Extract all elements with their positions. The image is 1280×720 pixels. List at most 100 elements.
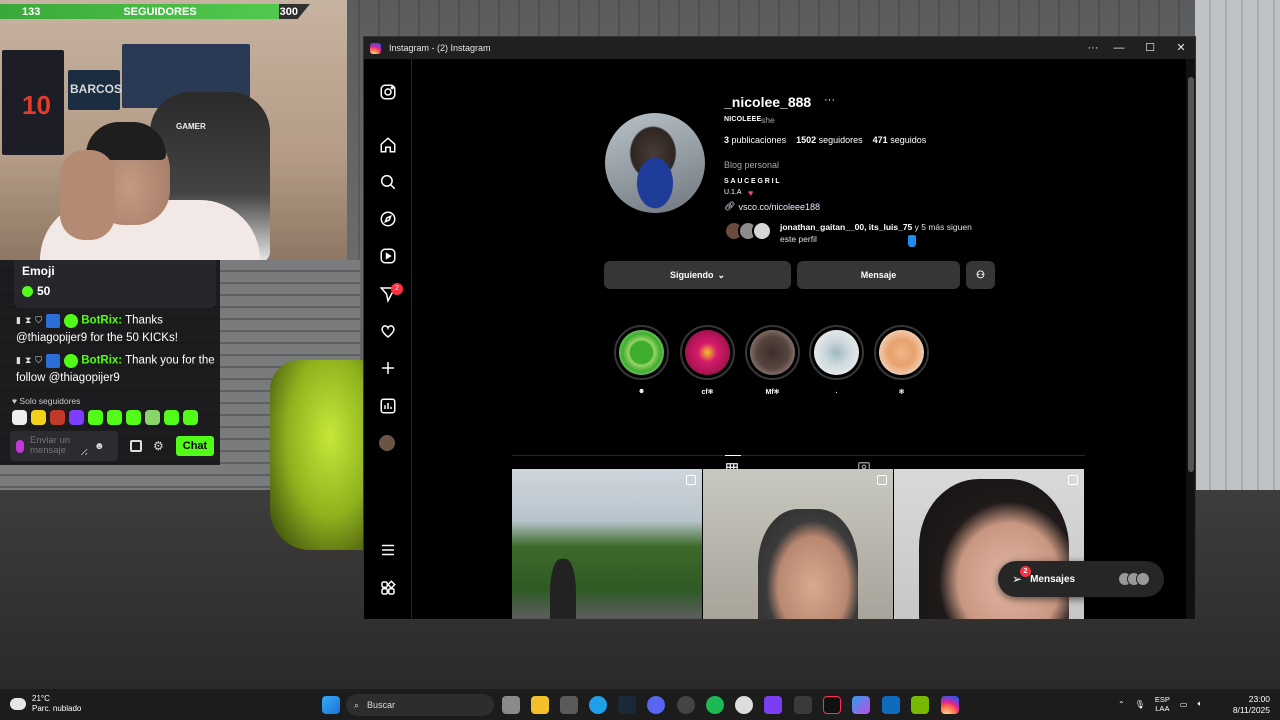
grid-post[interactable] bbox=[512, 469, 702, 619]
search-icon[interactable] bbox=[379, 173, 397, 191]
dashboard-icon[interactable] bbox=[379, 397, 397, 415]
post-subject bbox=[919, 479, 1069, 619]
emote-icon[interactable] bbox=[12, 410, 27, 425]
home-icon[interactable] bbox=[379, 136, 397, 154]
chat-username[interactable]: BotRix: bbox=[81, 355, 122, 367]
cloud-sun-icon bbox=[10, 698, 26, 710]
emote-icon[interactable] bbox=[107, 410, 122, 425]
gear-icon[interactable]: ⚙ bbox=[153, 439, 164, 453]
outlook-icon[interactable] bbox=[882, 696, 900, 714]
story-highlight[interactable]: cf❃ bbox=[680, 325, 735, 396]
bio-link-text[interactable]: vsco.co/nicoleee188 bbox=[738, 202, 820, 212]
chat-input[interactable] bbox=[30, 436, 88, 456]
xbox-icon[interactable] bbox=[677, 696, 695, 714]
clock-time: 23:00 bbox=[1248, 694, 1270, 704]
app-icon[interactable] bbox=[764, 696, 782, 714]
wall-poster-barcos: BARCOS bbox=[68, 70, 122, 110]
bio-link[interactable]: 🔗︎ vsco.co/nicoleee188 bbox=[724, 201, 820, 212]
highlight-image bbox=[814, 330, 859, 375]
profile-avatar[interactable] bbox=[379, 435, 395, 451]
microphone-icon[interactable]: 🎙︎ bbox=[1135, 700, 1145, 709]
bot-badge-icon bbox=[46, 353, 61, 368]
grid-post[interactable] bbox=[894, 469, 1084, 619]
store-icon[interactable] bbox=[560, 696, 578, 714]
steam-icon[interactable] bbox=[618, 696, 636, 714]
emote-icon[interactable] bbox=[126, 410, 141, 425]
following-count-link[interactable]: 471 seguidos bbox=[873, 135, 927, 145]
emote-icon[interactable] bbox=[183, 410, 198, 425]
settings-icon[interactable] bbox=[735, 696, 753, 714]
instagram-logo-icon[interactable] bbox=[379, 83, 397, 101]
scrollbar-thumb[interactable] bbox=[1188, 77, 1194, 472]
follower-goal-label: SEGUIDORES bbox=[123, 5, 197, 18]
clock-date: 8/11/2025 bbox=[1232, 705, 1270, 715]
instagram-taskbar-icon[interactable] bbox=[941, 696, 959, 714]
emoji-picker-icon[interactable]: ☻ bbox=[94, 441, 105, 452]
grid-post[interactable] bbox=[703, 469, 893, 619]
copilot-icon[interactable] bbox=[852, 696, 870, 714]
messages-badge: 2 bbox=[391, 283, 403, 295]
emote-icon[interactable] bbox=[50, 410, 65, 425]
window-scrollbar[interactable] bbox=[1186, 59, 1195, 619]
edge-browser-icon[interactable] bbox=[589, 696, 607, 714]
following-button[interactable]: Siguiendo ⌄ bbox=[604, 261, 791, 289]
followers-only-label: ♥ Solo seguidores bbox=[12, 396, 81, 406]
task-view-icon[interactable] bbox=[502, 696, 520, 714]
chair-logo-text: GAMER bbox=[176, 122, 206, 131]
explore-icon[interactable] bbox=[379, 210, 397, 228]
post-subject bbox=[550, 559, 576, 619]
windows-start-icon[interactable] bbox=[322, 696, 340, 714]
create-icon[interactable] bbox=[379, 359, 397, 377]
store-icon[interactable] bbox=[130, 440, 142, 452]
emote-icon[interactable] bbox=[69, 410, 84, 425]
profile-picture[interactable] bbox=[605, 113, 705, 213]
reels-icon[interactable] bbox=[379, 247, 397, 265]
taskbar-search[interactable]: ⌕ Buscar bbox=[346, 694, 494, 716]
messages-badge: 2 bbox=[1020, 566, 1031, 577]
file-explorer-icon[interactable] bbox=[531, 696, 549, 714]
story-highlight[interactable]: . bbox=[809, 325, 864, 395]
window-title: Instagram - (2) Instagram bbox=[389, 43, 491, 53]
follower-goal-bar: 133 SEGUIDORES 300 bbox=[0, 4, 310, 19]
message-button[interactable]: Mensaje bbox=[797, 261, 960, 289]
emote-icon[interactable] bbox=[88, 410, 103, 425]
story-highlight[interactable]: ❃ bbox=[874, 325, 929, 396]
followers-count-link[interactable]: 1502 seguidores bbox=[796, 135, 863, 145]
highlight-image bbox=[619, 330, 664, 375]
more-menu-icon[interactable] bbox=[379, 541, 397, 559]
suggest-accounts-button[interactable]: ⚇ bbox=[966, 261, 995, 289]
nvidia-icon[interactable] bbox=[911, 696, 929, 714]
profile-category: Blog personal bbox=[724, 160, 780, 170]
story-highlight[interactable]: ☻ bbox=[614, 325, 669, 395]
weather-widget[interactable]: 21°C Parc. nublado bbox=[10, 694, 81, 714]
emote-quick-row bbox=[12, 410, 198, 425]
discord-icon[interactable] bbox=[647, 696, 665, 714]
kick-coin-icon bbox=[22, 285, 33, 297]
emote-icon[interactable] bbox=[164, 410, 179, 425]
taskbar-clock[interactable]: 23:00 8/11/2025 bbox=[1226, 694, 1270, 716]
chevron-up-icon[interactable]: ⌃ bbox=[1118, 700, 1125, 709]
emote-icon[interactable] bbox=[145, 410, 160, 425]
bot-badge-icon bbox=[46, 313, 61, 328]
notifications-icon[interactable] bbox=[379, 322, 397, 340]
window-close-button[interactable]: ✕ bbox=[1166, 40, 1195, 56]
also-from-meta-icon[interactable] bbox=[379, 579, 397, 597]
highlight-image bbox=[750, 330, 795, 375]
chat-username[interactable]: BotRix: bbox=[81, 315, 122, 327]
spotify-icon[interactable] bbox=[706, 696, 724, 714]
window-minimize-button[interactable]: — bbox=[1104, 40, 1134, 56]
chat-send-button[interactable]: Chat bbox=[176, 436, 214, 456]
tiktok-icon[interactable] bbox=[823, 696, 841, 714]
microphone-icon[interactable] bbox=[16, 439, 24, 453]
messages-floating-button[interactable]: ➢ 2 Mensajes bbox=[998, 561, 1164, 597]
terminal-icon[interactable] bbox=[794, 696, 812, 714]
profile-options-icon[interactable]: ··· bbox=[824, 94, 835, 106]
emote-icon[interactable] bbox=[31, 410, 46, 425]
window-maximize-button[interactable]: ☐ bbox=[1135, 40, 1165, 56]
followed-by-row[interactable]: jonathan_gaitan__00, its_luis_75 y 5 más… bbox=[724, 221, 994, 245]
language-indicator[interactable]: ESP LAA bbox=[1155, 695, 1170, 713]
story-highlight[interactable]: Mf❃ bbox=[745, 325, 800, 396]
volume-icon[interactable]: 🔈︎ bbox=[1197, 699, 1202, 709]
chat-badges: ▮ ⧗ ⛉ bbox=[16, 312, 79, 329]
network-icon[interactable]: ▭ bbox=[1180, 700, 1188, 709]
